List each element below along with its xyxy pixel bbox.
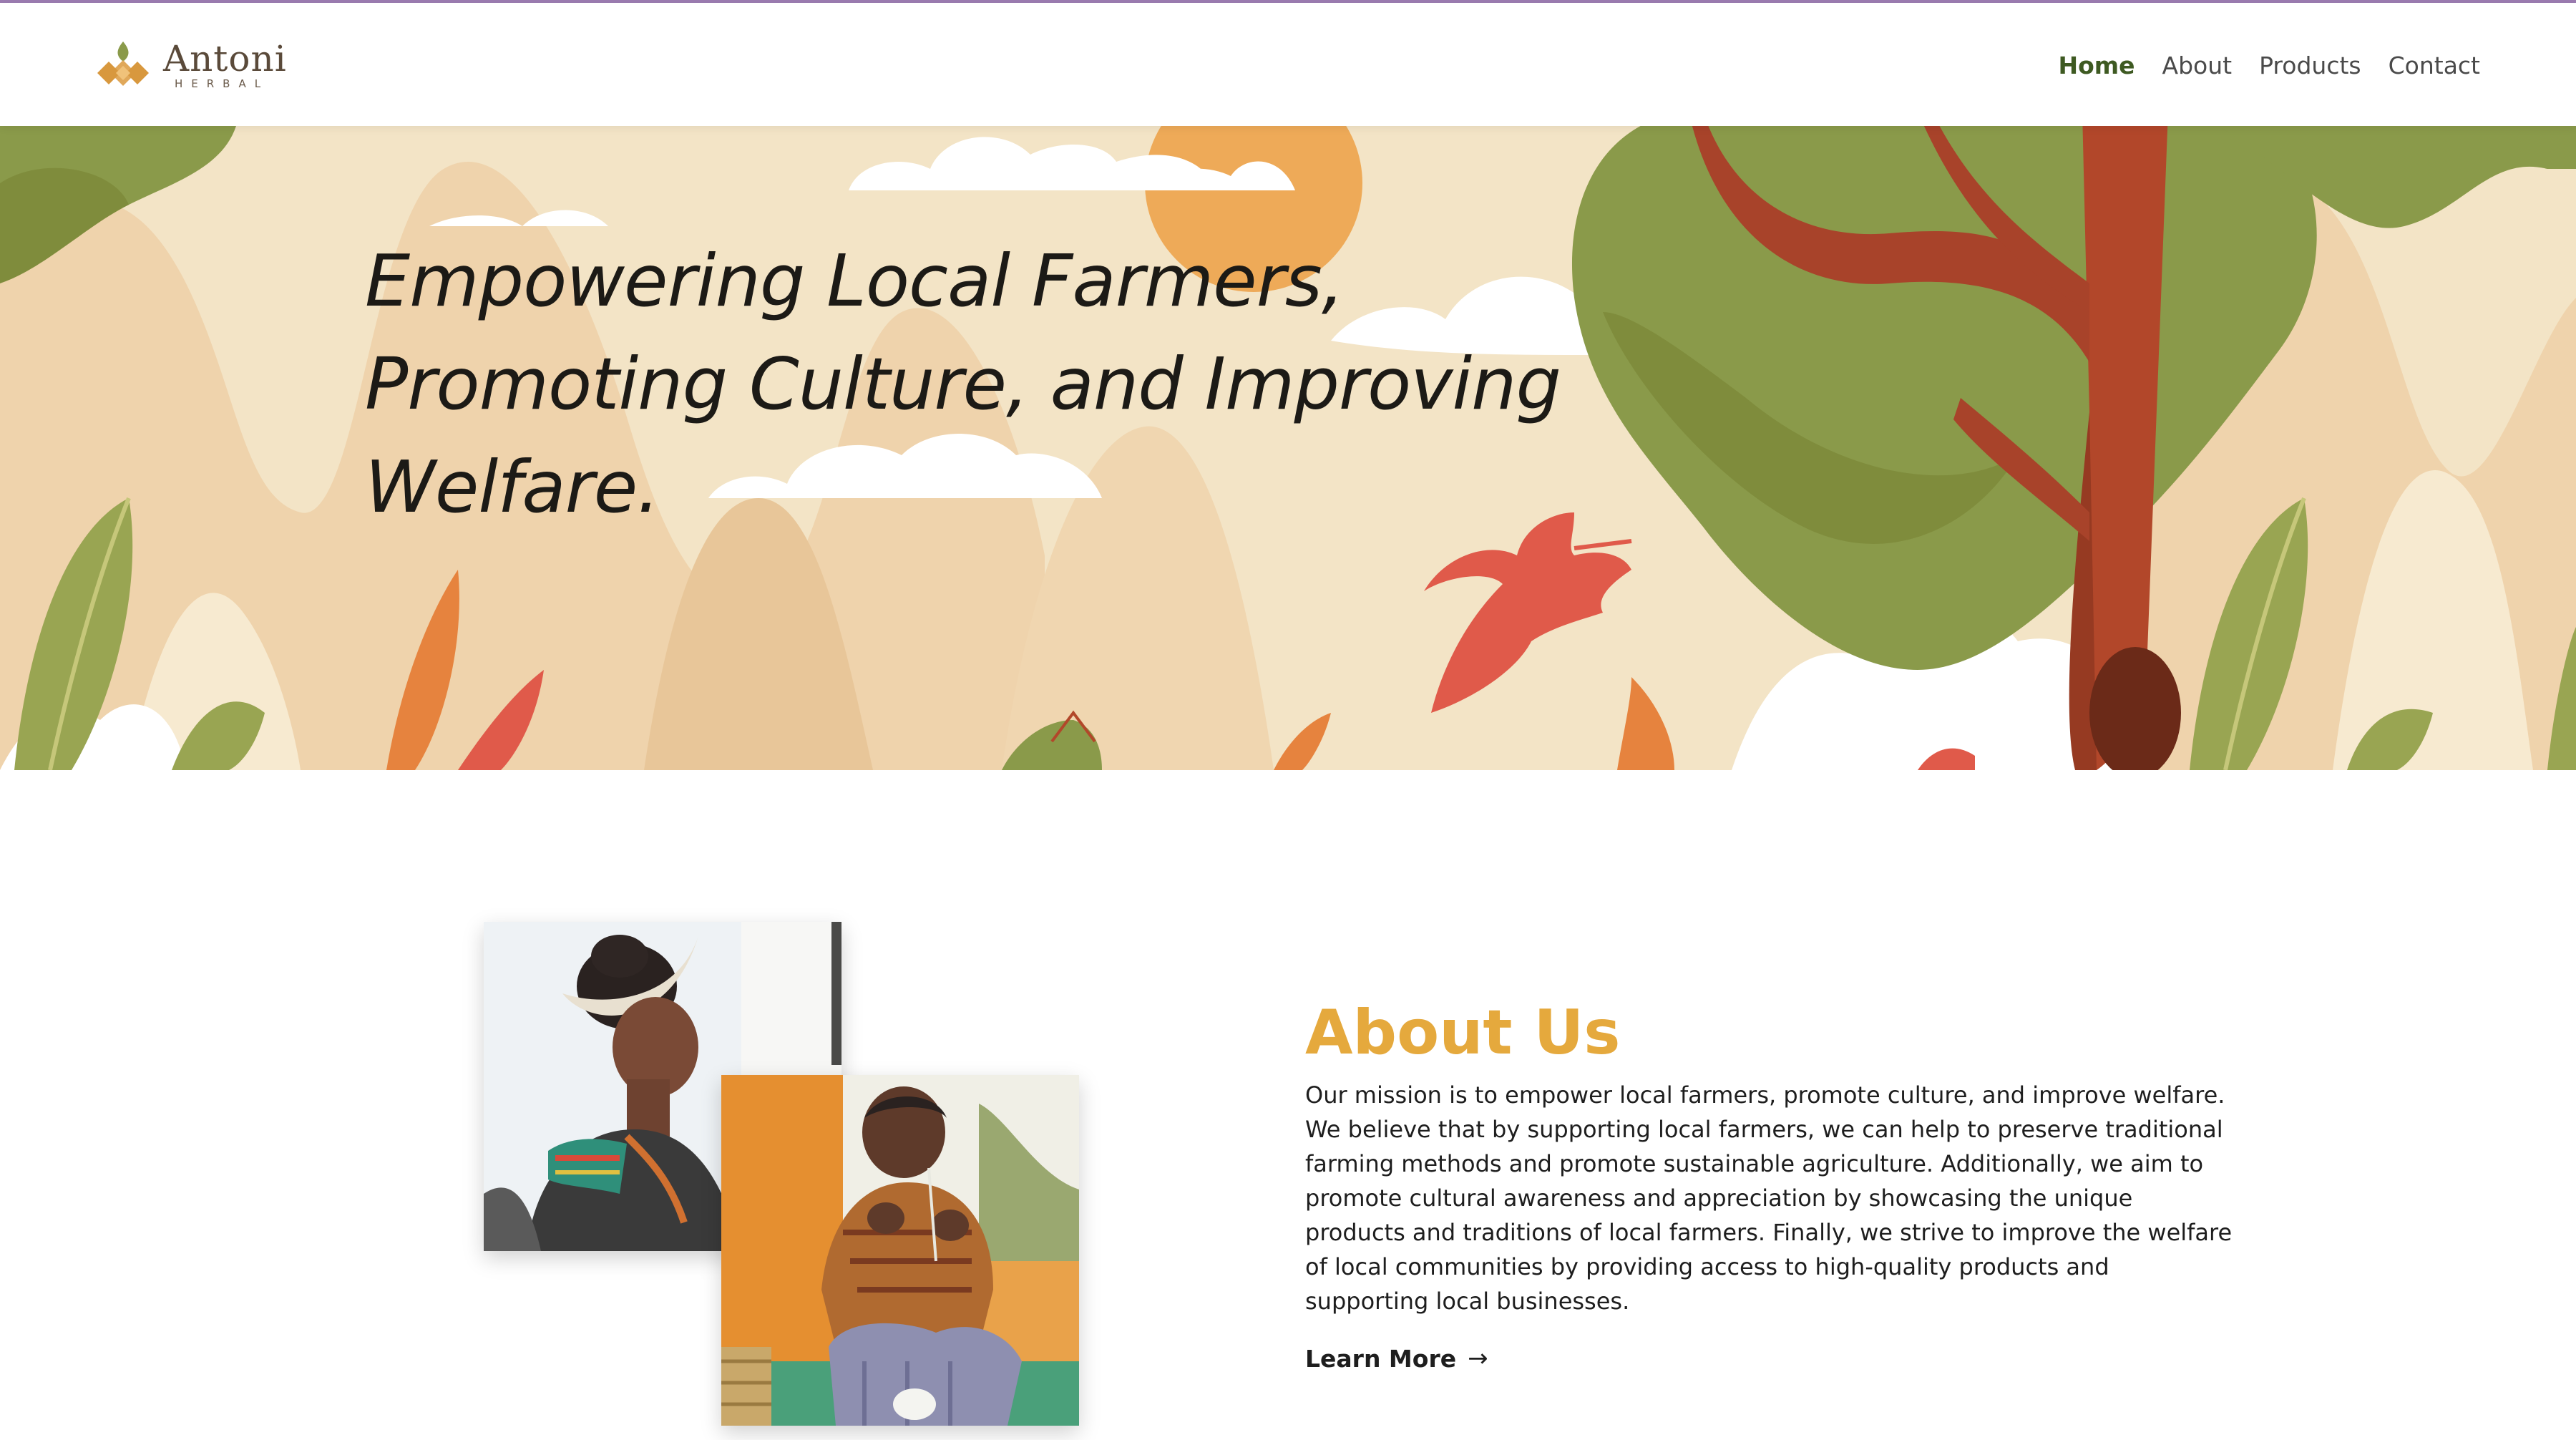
- learn-more-link[interactable]: Learn More →: [1305, 1341, 1488, 1376]
- learn-more-label: Learn More: [1305, 1344, 1457, 1373]
- nav-item-about[interactable]: About: [2162, 50, 2233, 82]
- arrow-right-icon: →: [1468, 1344, 1488, 1373]
- main-nav: Home About Products Contact: [2058, 50, 2480, 82]
- logo-tagline: HERBAL: [175, 77, 270, 90]
- about-description: Our mission is to empower local farmers,…: [1305, 1081, 2233, 1315]
- hero-banner: Empowering Local Farmers, Promoting Cult…: [0, 126, 2576, 770]
- site-header: Antoni HERBAL Home About Products Contac…: [0, 3, 2576, 126]
- about-photo-man-weaving: [721, 1075, 1079, 1426]
- nav-item-contact[interactable]: Contact: [2389, 50, 2480, 82]
- logo-name: Antoni: [163, 38, 287, 79]
- logo-leaf-diamond-icon: [97, 42, 149, 86]
- site-logo[interactable]: Antoni HERBAL: [94, 34, 295, 99]
- nav-item-products[interactable]: Products: [2259, 50, 2361, 82]
- nav-item-home[interactable]: Home: [2058, 50, 2135, 82]
- hero-title: Empowering Local Farmers, Promoting Cult…: [365, 239, 1561, 529]
- about-heading: About Us: [1305, 997, 1621, 1069]
